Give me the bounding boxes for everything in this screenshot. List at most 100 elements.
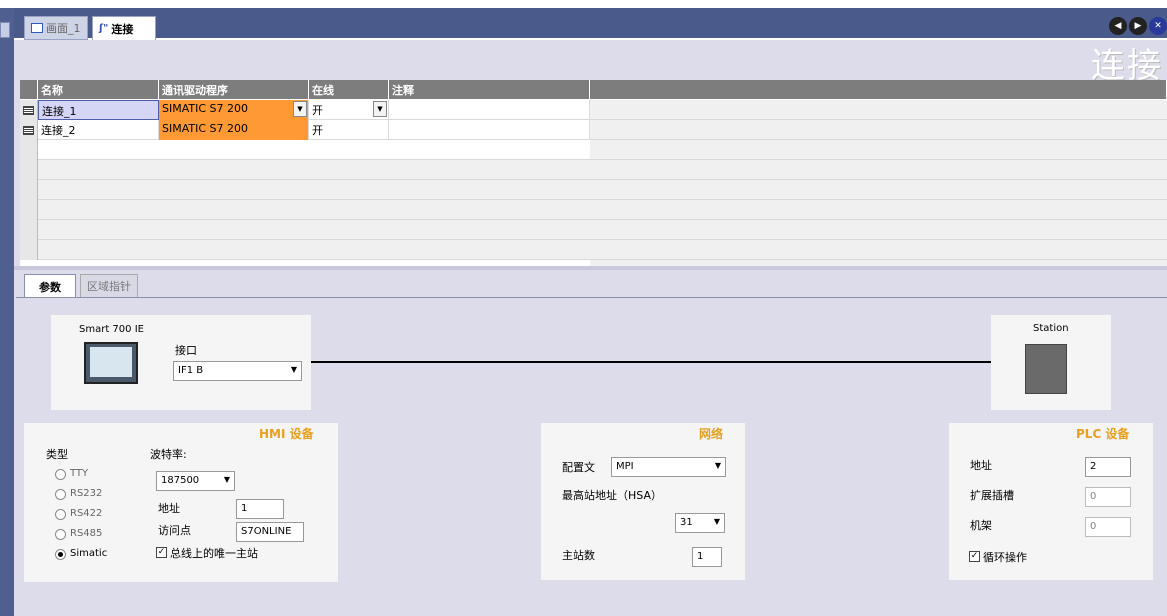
cell-comment[interactable] — [389, 100, 590, 120]
interface-select[interactable]: IF1 B ▼ — [173, 361, 302, 381]
radio-simatic-label: Simatic — [70, 548, 108, 559]
plc-panel-title: PLC 设备 — [1076, 427, 1130, 441]
screen-icon — [31, 23, 43, 33]
table-empty-row[interactable] — [20, 140, 1167, 160]
left-sidebar-edge — [0, 8, 14, 616]
tab-area-pointer[interactable]: 区域指针 — [80, 274, 138, 298]
access-point-input[interactable]: S7ONLINE — [236, 522, 304, 542]
top-strip — [0, 0, 1167, 8]
cell-online[interactable]: 开 — [309, 120, 389, 140]
next-tab-icon[interactable]: ▶ — [1129, 17, 1147, 35]
only-master-checkbox[interactable]: ✓ — [156, 547, 167, 558]
row-handle[interactable] — [20, 100, 38, 120]
hsa-value: 31 — [680, 517, 693, 528]
masters-input[interactable]: 1 — [692, 547, 722, 567]
row-handle — [20, 220, 38, 240]
column-header-name[interactable]: 名称 — [38, 80, 159, 99]
hmi-address-label: 地址 — [158, 502, 180, 515]
profile-select[interactable]: MPI ▼ — [611, 457, 726, 477]
row-handle — [20, 180, 38, 200]
slot-input[interactable]: 0 — [1085, 487, 1131, 507]
chevron-down-icon[interactable]: ▼ — [293, 101, 307, 117]
splitter[interactable] — [14, 266, 1167, 270]
radio-simatic[interactable] — [55, 549, 66, 560]
cell-comment[interactable] — [389, 120, 590, 140]
chevron-down-icon: ▼ — [714, 461, 721, 470]
slot-label: 扩展插槽 — [970, 489, 1014, 502]
plc-icon — [1025, 344, 1067, 394]
radio-tty-label: TTY — [70, 468, 89, 479]
access-point-label: 访问点 — [158, 524, 191, 537]
cyclic-operation-label: 循环操作 — [983, 551, 1027, 564]
close-icon[interactable]: ✕ — [1149, 17, 1167, 35]
plc-address-input[interactable]: 2 — [1085, 457, 1131, 477]
column-header-online[interactable]: 在线 — [309, 80, 389, 99]
hmi-settings-panel: HMI 设备 类型 TTY RS232 RS422 RS485 Simatic … — [24, 423, 338, 582]
profile-label: 配置文 — [562, 461, 595, 474]
masters-label: 主站数 — [562, 549, 595, 562]
chevron-down-icon[interactable]: ▼ — [373, 101, 387, 117]
table-empty-row — [20, 240, 1167, 260]
baud-select[interactable]: 187500 ▼ — [156, 471, 235, 491]
connections-table: 名称 通讯驱动程序 在线 注释 连接_1 SIMATIC S7 200 ▼ 开 … — [20, 80, 1167, 266]
chevron-down-icon: ▼ — [713, 517, 720, 526]
baud-label: 波特率: — [150, 448, 187, 461]
connection-icon: ʃ" — [99, 23, 109, 34]
row-handle — [20, 160, 38, 180]
cell-name[interactable]: 连接_1 — [38, 100, 159, 120]
network-settings-panel: 网络 配置文 MPI ▼ 最高站地址（HSA） 31 ▼ 主站数 1 — [541, 423, 745, 580]
row-icon — [23, 105, 34, 115]
radio-rs422[interactable] — [55, 509, 66, 520]
table-empty-row — [20, 160, 1167, 180]
plc-settings-panel: PLC 设备 地址 2 扩展插槽 0 机架 0 ✓ 循环操作 — [949, 423, 1153, 580]
tab-screen-1[interactable]: 画面_1 — [24, 16, 88, 40]
row-handle — [20, 200, 38, 220]
table-corner — [20, 80, 38, 99]
table-empty-row — [20, 200, 1167, 220]
divider — [16, 297, 1167, 298]
profile-value: MPI — [616, 461, 634, 472]
connection-line — [311, 361, 991, 363]
column-header-filler — [590, 80, 1167, 99]
row-handle[interactable] — [20, 140, 38, 160]
column-header-driver[interactable]: 通讯驱动程序 — [159, 80, 309, 99]
station-name: Station — [1033, 323, 1069, 334]
rack-label: 机架 — [970, 519, 992, 532]
network-panel-title: 网络 — [699, 427, 724, 441]
chevron-down-icon: ▼ — [223, 475, 230, 484]
tab-screen-1-label: 画面_1 — [46, 22, 81, 35]
hsa-select[interactable]: 31 ▼ — [675, 513, 725, 533]
table-row[interactable]: 连接_1 SIMATIC S7 200 ▼ 开 ▼ — [20, 100, 1167, 120]
tab-parameters[interactable]: 参数 — [24, 274, 76, 298]
hmi-address-input[interactable]: 1 — [236, 499, 284, 519]
cell-name[interactable]: 连接_2 — [38, 120, 159, 140]
plc-address-label: 地址 — [970, 459, 992, 472]
type-label: 类型 — [46, 448, 68, 461]
sidebar-toggle-button[interactable] — [0, 22, 10, 38]
cell-online-value: 开 — [312, 104, 323, 117]
row-handle[interactable] — [20, 120, 38, 140]
cell-online[interactable]: 开 ▼ — [309, 100, 389, 120]
only-master-label: 总线上的唯一主站 — [170, 547, 258, 560]
previous-tab-icon[interactable]: ◀ — [1109, 17, 1127, 35]
radio-rs232[interactable] — [55, 489, 66, 500]
table-empty-row — [20, 220, 1167, 240]
radio-tty[interactable] — [55, 469, 66, 480]
tab-connections-label: 连接 — [111, 22, 134, 36]
cell-driver[interactable]: SIMATIC S7 200 ▼ — [159, 100, 309, 120]
radio-rs485-label: RS485 — [70, 528, 103, 539]
table-empty-row — [20, 180, 1167, 200]
cell-driver[interactable]: SIMATIC S7 200 — [159, 120, 309, 140]
rack-input[interactable]: 0 — [1085, 517, 1131, 537]
row-handle — [20, 240, 38, 260]
interface-label: 接口 — [175, 344, 197, 357]
hmi-device-name: Smart 700 IE — [79, 324, 144, 335]
tab-navigation: ◀ ▶ ✕ — [1109, 17, 1167, 35]
radio-rs485[interactable] — [55, 529, 66, 540]
table-row[interactable]: 连接_2 SIMATIC S7 200 开 — [20, 120, 1167, 140]
column-header-comment[interactable]: 注释 — [389, 80, 590, 99]
editor-tab-bar: 画面_1 ʃ" 连接 ◀ ▶ ✕ — [14, 8, 1167, 40]
cyclic-operation-checkbox[interactable]: ✓ — [969, 551, 980, 562]
cell-driver-value: SIMATIC S7 200 — [162, 102, 249, 115]
tab-connections[interactable]: ʃ" 连接 — [92, 16, 156, 40]
